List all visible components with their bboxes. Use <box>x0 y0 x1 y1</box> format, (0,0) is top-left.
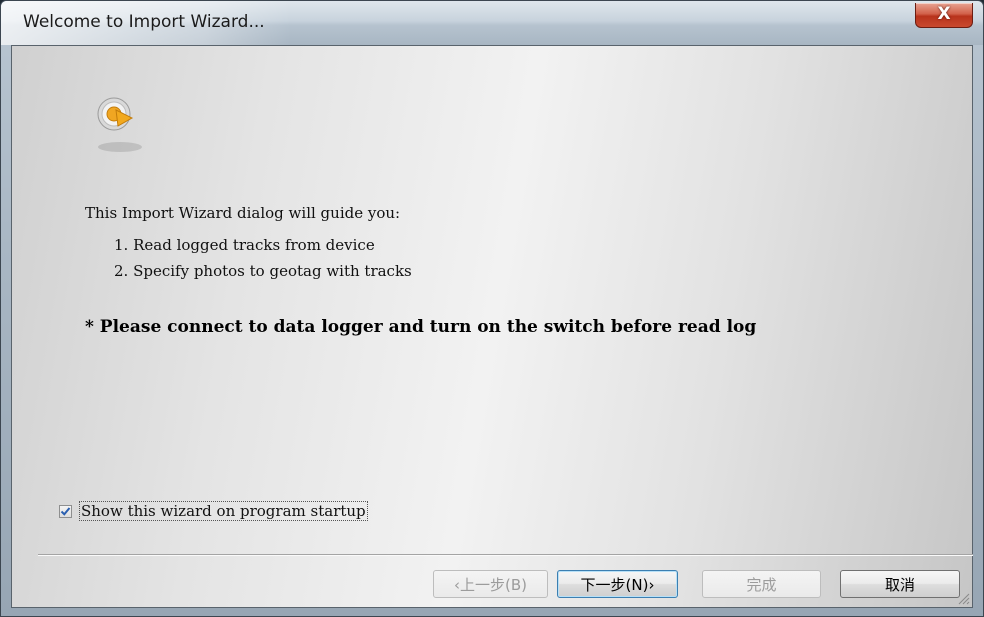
show-on-startup-option[interactable]: Show this wizard on program startup <box>59 501 368 521</box>
step-item: 1. Read logged tracks from device <box>114 236 375 254</box>
title-bar[interactable]: Welcome to Import Wizard... X <box>1 1 983 45</box>
connect-notice: * Please connect to data logger and turn… <box>85 317 757 337</box>
button-separator <box>38 554 973 556</box>
next-button[interactable]: 下一步(N)› <box>557 570 678 598</box>
intro-text: This Import Wizard dialog will guide you… <box>85 204 401 222</box>
icon-shadow <box>98 142 142 152</box>
wizard-content: This Import Wizard dialog will guide you… <box>11 45 973 608</box>
finish-button[interactable]: 完成 <box>702 570 821 598</box>
close-button[interactable]: X <box>915 3 973 28</box>
step-item: 2. Specify photos to geotag with tracks <box>114 262 412 280</box>
import-wizard-icon <box>97 97 134 131</box>
show-on-startup-label[interactable]: Show this wizard on program startup <box>79 501 368 521</box>
cancel-button[interactable]: 取消 <box>840 570 960 598</box>
import-wizard-window: Welcome to Import Wizard... X This Impor… <box>0 0 984 617</box>
checkmark-icon <box>60 506 71 516</box>
back-button[interactable]: ‹上一步(B) <box>433 570 548 598</box>
window-title: Welcome to Import Wizard... <box>23 12 265 32</box>
resize-grip-icon[interactable] <box>956 591 970 605</box>
show-on-startup-checkbox[interactable] <box>59 504 72 518</box>
close-icon: X <box>937 4 951 24</box>
